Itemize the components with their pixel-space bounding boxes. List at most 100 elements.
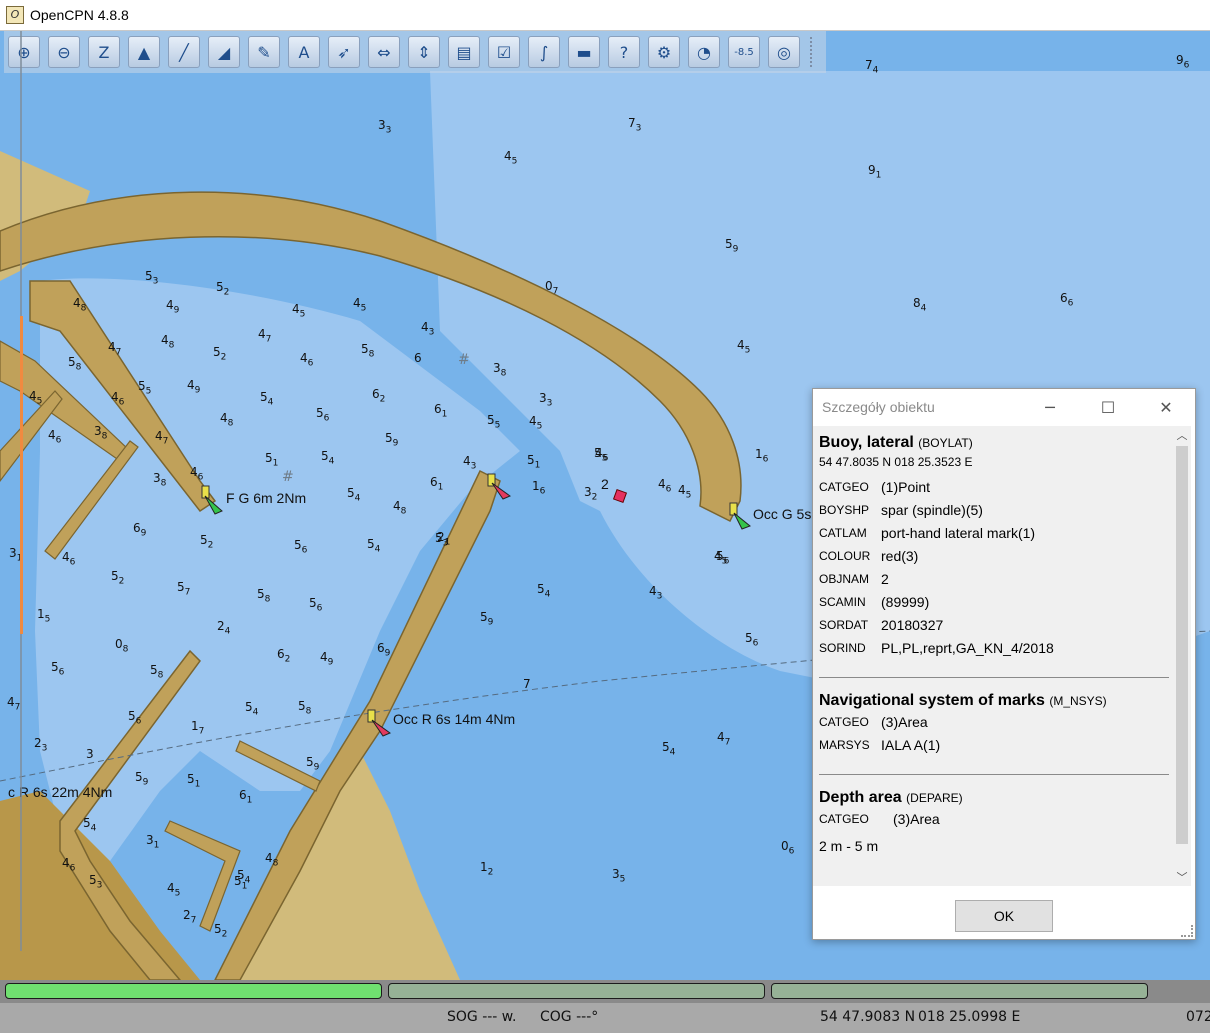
- depth-sounding: 46: [658, 477, 672, 495]
- close-icon[interactable]: ✕: [1137, 389, 1195, 425]
- auto-follow-icon[interactable]: ◢: [208, 36, 240, 68]
- depth-sounding: 49: [166, 298, 180, 316]
- depth-sounding: 16: [755, 447, 769, 465]
- toolbar-grip-icon[interactable]: [810, 37, 818, 67]
- depth-sounding: 08: [115, 637, 129, 655]
- window-title: OpenCPN 4.8.8: [30, 7, 129, 23]
- depth-sounding: 45: [529, 414, 543, 432]
- track-icon[interactable]: ∫: [528, 36, 560, 68]
- cog-status: COG ---°: [540, 1009, 599, 1025]
- light-label: Occ R 6s 14m 4Nm: [393, 711, 516, 727]
- depth-sounding: 51: [187, 772, 201, 790]
- scale-up-icon[interactable]: ▲: [128, 36, 160, 68]
- attr-row: CATLAM port-hand lateral mark(1): [819, 524, 1036, 541]
- attr-row: SCAMIN (89999): [819, 593, 930, 610]
- attr-row: CATGEO (1)Point: [819, 478, 931, 495]
- object-heading: Buoy, lateral (BOYLAT): [819, 434, 973, 451]
- text-icon[interactable]: A: [288, 36, 320, 68]
- settings-icon[interactable]: ✎: [248, 36, 280, 68]
- buoy-label: 2: [601, 476, 609, 492]
- depth-sounding: 55: [487, 413, 501, 431]
- light-label: c R 6s 22m 4Nm: [8, 784, 113, 800]
- depth-sounding: 84: [913, 296, 927, 314]
- ais-icon[interactable]: ◔: [688, 36, 720, 68]
- attr-row: CATGEO (3)Area: [819, 810, 940, 827]
- depth-sounding: 54: [83, 816, 97, 834]
- dialog-scrollbar[interactable]: ︿ ﹀: [1173, 426, 1191, 886]
- depth-sounding: 56: [51, 660, 65, 678]
- measure-icon[interactable]: ⇕: [408, 36, 440, 68]
- zoom-in-icon[interactable]: ⊕: [8, 36, 40, 68]
- chart-bar-segment-active[interactable]: [5, 983, 382, 999]
- depth-sounding: 31: [146, 833, 160, 851]
- depth-sounding: 33: [378, 118, 392, 136]
- depth-sounding: 45: [504, 149, 518, 167]
- depth-sounding: 58: [298, 699, 312, 717]
- depth-sounding: 17: [191, 719, 205, 737]
- dialog-content[interactable]: Buoy, lateral (BOYLAT) 54 47.8035 N 018 …: [813, 426, 1175, 886]
- depth-sounding: 52: [111, 569, 125, 587]
- depth-sounding: 56: [294, 538, 308, 556]
- chart-bar-highlight: [20, 316, 23, 634]
- depth-sounding: 51: [265, 451, 279, 469]
- depth-sounding: 47: [717, 730, 731, 748]
- help-icon[interactable]: ?: [608, 36, 640, 68]
- depth-sounding: 3: [86, 747, 94, 761]
- maximize-icon[interactable]: ☐: [1079, 389, 1137, 425]
- depth-sounding: 15: [37, 607, 51, 625]
- depth-sounding: 55: [138, 379, 152, 397]
- attr-row: OBJNAM 2: [819, 570, 889, 587]
- minimize-icon[interactable]: ─: [1021, 389, 1079, 425]
- zoom-out-icon[interactable]: ⊖: [48, 36, 80, 68]
- depth-sounding: 49: [187, 378, 201, 396]
- depth-sounding: 54: [537, 582, 551, 600]
- depth-sounding: 53: [89, 873, 103, 891]
- route-icon[interactable]: ╱: [168, 36, 200, 68]
- object-position: 54 47.8035 N 018 25.3523 E: [819, 455, 973, 469]
- depth-icon[interactable]: -8.5: [728, 36, 760, 68]
- scroll-down-icon[interactable]: ﹀: [1173, 868, 1191, 886]
- object-heading: Navigational system of marks (M_NSYS): [819, 692, 1107, 709]
- print-icon[interactable]: ▤: [448, 36, 480, 68]
- depth-sounding: 56: [128, 709, 142, 727]
- light-label: Occ G 5s: [753, 506, 812, 522]
- color-scheme-icon[interactable]: ▬: [568, 36, 600, 68]
- scroll-thumb[interactable]: [1176, 446, 1188, 844]
- depth-range: 2 m - 5 m: [819, 838, 879, 854]
- main-toolbar: ⊕ ⊖ Z ▲ ╱ ◢ ✎ A ➶ ⇔ ⇕ ▤ ☑ ∫ ▬? ⚙ ◔ -8.5 ◎: [4, 31, 826, 73]
- lat-status: 54 47.9083 N: [820, 1009, 916, 1025]
- scale-down-icon[interactable]: Z: [88, 36, 120, 68]
- depth-sounding: 56: [309, 596, 323, 614]
- chart-bar-segment[interactable]: [771, 983, 1148, 999]
- resize-grip-icon[interactable]: [1181, 925, 1193, 937]
- dialog-titlebar: Szczegóły obiektu ─ ☐ ✕: [813, 389, 1195, 425]
- depth-sounding: 27: [183, 908, 197, 926]
- depth-sounding: 61: [430, 475, 444, 493]
- attr-row: CATGEO (3)Area: [819, 713, 928, 730]
- plugin-icon[interactable]: ⚙: [648, 36, 680, 68]
- depth-sounding: 48: [393, 499, 407, 517]
- mob-icon[interactable]: ◎: [768, 36, 800, 68]
- route-manager-icon[interactable]: ☑: [488, 36, 520, 68]
- depth-sounding: 74: [865, 58, 879, 76]
- ok-button[interactable]: OK: [955, 900, 1053, 932]
- depth-sounding: 51: [527, 453, 541, 471]
- tide-icon[interactable]: ⇔: [368, 36, 400, 68]
- depth-sounding: 46: [111, 390, 125, 408]
- depth-sounding: 69: [377, 641, 391, 659]
- current-icon[interactable]: ➶: [328, 36, 360, 68]
- depth-sounding: 54: [347, 486, 361, 504]
- depth-sounding: 46: [62, 856, 76, 874]
- depth-sounding: 59: [135, 770, 149, 788]
- depth-sounding: 51: [234, 874, 248, 892]
- lon-status: 018 25.0998 E: [918, 1009, 1021, 1025]
- scroll-up-icon[interactable]: ︿: [1173, 426, 1191, 444]
- depth-sounding: 23: [34, 736, 48, 754]
- depth-sounding: 47: [108, 340, 122, 358]
- attr-row: BOYSHP spar (spindle)(5): [819, 501, 983, 518]
- wreck-symbol: #: [458, 352, 470, 368]
- depth-sounding: 06: [781, 839, 795, 857]
- depth-sounding: 45: [292, 302, 306, 320]
- chart-bar-segment[interactable]: [388, 983, 765, 999]
- depth-sounding: 59: [385, 431, 399, 449]
